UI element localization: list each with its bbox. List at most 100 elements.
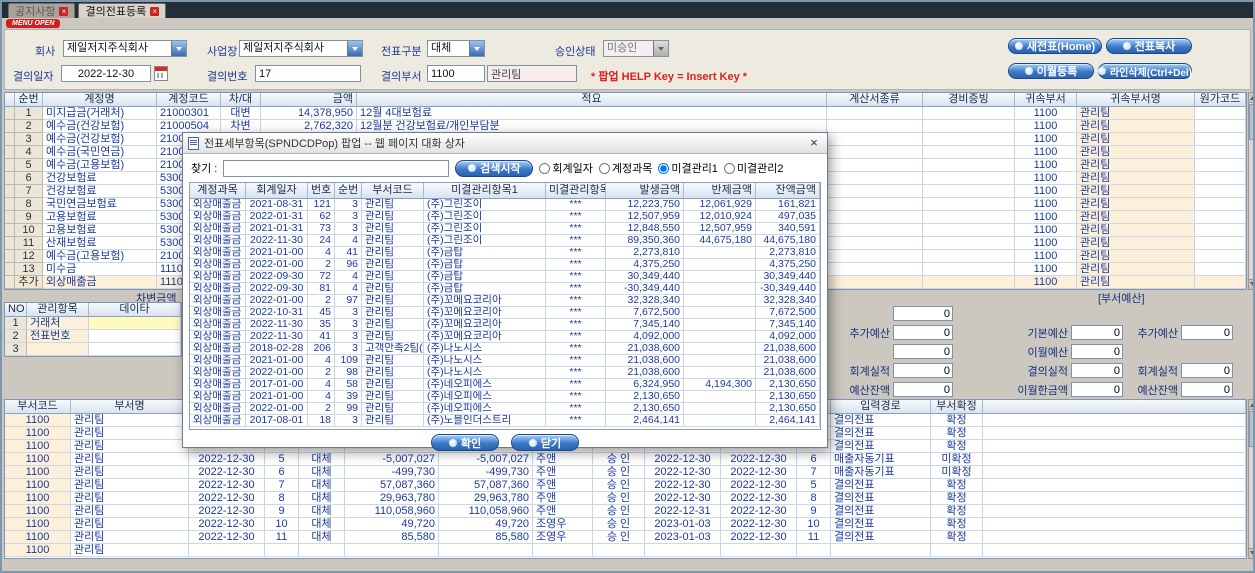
copy-voucher-button[interactable]: 전표복사 <box>1106 38 1192 54</box>
open-item-row[interactable]: 외상매출금 2022-11-30 41 3 관리팀 (주)꼬메요코리아 *** 4,092,0… <box>190 331 820 343</box>
open-item-row[interactable]: 외상매출금 2022-01-31 62 3 관리팀 (주)그린조이 *** 12,507,95… <box>190 211 820 223</box>
ok-button[interactable]: 확인 <box>431 434 499 451</box>
open-item-row[interactable]: 외상매출금 2021-01-00 4 41 관리팀 (주)금탑 *** 2,273,810 2,… <box>190 247 820 259</box>
tab-close-icon[interactable]: × <box>59 6 69 16</box>
cell: 1100 <box>1015 211 1077 224</box>
slip-row[interactable]: 1100 관리팀 2022-12-30 5 대체 -5,007,027 -5,007,027… <box>5 453 1246 466</box>
cell: 관리팀 <box>71 531 189 544</box>
cell: 주앤 <box>533 492 593 505</box>
approval-select[interactable]: 미승인 <box>603 40 669 57</box>
slip-row[interactable]: 1100 관리팀 2022-12-30 8 대체 29,963,780 29,963,780… <box>5 492 1246 505</box>
slip-row[interactable]: 1100 관리팀 2022-12-30 10 대체 49,720 49,720 조영우 승 인2… <box>5 518 1246 531</box>
tab-notice[interactable]: 공지사항 × <box>8 3 76 18</box>
mgmt-row[interactable]: 2 전표번호 <box>5 330 181 343</box>
search-input[interactable] <box>223 159 450 177</box>
cell: 2022-12-30 <box>645 492 721 505</box>
voucher-no-input[interactable] <box>255 65 361 82</box>
cell: 관리팀 <box>362 319 424 331</box>
cell: 관리팀 <box>71 492 189 505</box>
chevron-down-icon[interactable] <box>171 41 186 56</box>
cell <box>827 172 923 185</box>
open-item-row[interactable]: 외상매출금 2022-01-00 2 99 관리팀 (주)네오피에스 *** 2,130,65… <box>190 403 820 415</box>
cell <box>684 415 756 427</box>
carryover-button[interactable]: 이월등록 <box>1008 63 1094 79</box>
cell: *** <box>546 271 606 283</box>
cell: 3 <box>15 133 43 146</box>
scroll-down-icon[interactable] <box>1249 279 1253 289</box>
open-item-row[interactable]: 외상매출금 2022-09-30 72 4 관리팀 (주)금탑 *** 30,349,440 3… <box>190 271 820 283</box>
close-button[interactable]: 닫기 <box>511 434 579 451</box>
radio-input[interactable] <box>723 162 735 174</box>
scroll-thumb[interactable] <box>1249 411 1253 447</box>
open-item-row[interactable]: 외상매출금 2017-01-00 4 58 관리팀 (주)네오피에스 *** 6,324,95… <box>190 379 820 391</box>
cell: 1100 <box>1015 224 1077 237</box>
slip-row[interactable]: 1100 관리팀 2022-12-30 11 대체 85,580 85,580 조영우 승 인2… <box>5 531 1246 544</box>
site-select[interactable]: 제일저지주식회사 <box>239 40 363 57</box>
open-item-row[interactable]: 외상매출금 2017-08-01 18 3 관리팀 (주)노블인더스트리 *** 2,464,… <box>190 415 820 427</box>
dept-code-input[interactable] <box>427 65 485 82</box>
cell: 건강보험료 <box>43 172 157 185</box>
cell: 2022-01-00 <box>246 295 308 307</box>
document-icon <box>188 136 199 150</box>
scroll-up-icon[interactable] <box>1249 400 1253 410</box>
open-item-row[interactable]: 외상매출금 2022-11-30 24 4 관리팀 (주)그린조이 *** 89,350,36… <box>190 235 820 247</box>
open-item-row[interactable]: 외상매출금 2022-01-00 2 97 관리팀 (주)꼬메요코리아 *** 32,328,… <box>190 295 820 307</box>
cell: 4 <box>308 391 335 403</box>
cell <box>684 295 756 307</box>
voucher-row[interactable]: 1 미지급금(거래처) 21000301 대변 14,378,950 12월 4대보험료 1… <box>5 107 1246 120</box>
radio-acct-date[interactable]: 회계일자 <box>539 160 593 176</box>
new-voucher-button[interactable]: 새전표(Home) <box>1008 38 1102 54</box>
slip-row[interactable]: 1100 관리팀 2022-12-30 9 대체 110,058,960 110,058,9… <box>5 505 1246 518</box>
open-item-row[interactable]: 외상매출금 2022-11-30 35 3 관리팀 (주)꼬메요코리아 *** 7,345,1… <box>190 319 820 331</box>
open-item-row[interactable]: 외상매출금2018-02-282063고객만족2팀(JJ(주)나노시스***21… <box>190 343 820 355</box>
cell: 입력경로 <box>831 400 931 414</box>
scroll-up-icon[interactable] <box>1249 93 1253 103</box>
delete-line-button[interactable]: 라인삭제(Ctrl+Del) <box>1097 63 1192 79</box>
button-label: 이월등록 <box>1036 66 1078 78</box>
radio-account[interactable]: 계정과목 <box>598 160 652 176</box>
slip-row[interactable]: 1100 관리팀 <box>5 544 1246 557</box>
cell: 귀속부서 <box>1015 93 1077 107</box>
tab-close-icon[interactable]: × <box>150 6 160 16</box>
open-item-row[interactable]: 외상매출금 2022-09-30 81 4 관리팀 (주)금탑 *** -30,349,440… <box>190 283 820 295</box>
slip-row[interactable]: 1100 관리팀 2022-12-30 7 대체 57,087,360 57,087,360… <box>5 479 1246 492</box>
cell <box>1195 276 1246 289</box>
menu-open-badge[interactable]: MENU OPEN <box>6 19 61 28</box>
chevron-down-icon[interactable] <box>347 41 362 56</box>
radio-input[interactable] <box>598 162 610 174</box>
budget-label: 회계실적 <box>1137 365 1178 378</box>
button-icon <box>1014 42 1023 50</box>
search-button[interactable]: 검색시작 <box>455 159 534 177</box>
tab-voucher-entry[interactable]: 결의전표등록 × <box>78 3 167 18</box>
cell: 4 <box>335 271 362 283</box>
chevron-down-icon[interactable] <box>469 41 484 56</box>
radio-open-mgmt1[interactable]: 미결관리1 <box>658 160 718 176</box>
open-item-row[interactable]: 외상매출금 2021-01-31 73 3 관리팀 (주)그린조이 *** 12,848,55… <box>190 223 820 235</box>
mgmt-row[interactable]: 3 <box>5 343 181 356</box>
scroll-down-icon[interactable] <box>1249 548 1253 558</box>
radio-input[interactable] <box>658 162 670 174</box>
company-select[interactable]: 제일저지주식회사 <box>63 40 187 57</box>
slip-type-select[interactable]: 대체 <box>427 40 485 57</box>
slip-row[interactable]: 1100 관리팀 2022-12-30 6 대체 -499,730 -499,730 주앤 승 … <box>5 466 1246 479</box>
cell: 외상매출금 <box>190 415 246 427</box>
radio-open-mgmt2[interactable]: 미결관리2 <box>723 160 784 176</box>
mgmt-row[interactable]: 1 거래처 <box>5 317 181 330</box>
open-item-row[interactable]: 외상매출금 2021-08-31 121 3 관리팀 (주)그린조이 *** 12,223,7… <box>190 199 820 211</box>
cell: 2,464,141 <box>756 415 820 427</box>
radio-input[interactable] <box>539 162 551 174</box>
open-item-row[interactable]: 외상매출금 2021-01-00 4 109 관리팀 (주)나노시스 *** 21,038,6… <box>190 355 820 367</box>
open-item-row[interactable]: 외상매출금 2022-10-31 45 3 관리팀 (주)꼬메요코리아 *** 7,672,5… <box>190 307 820 319</box>
calendar-icon[interactable] <box>154 66 168 81</box>
close-icon[interactable]: × <box>806 134 822 152</box>
slip-grid-scrollbar[interactable] <box>1248 399 1253 559</box>
cell <box>923 172 1015 185</box>
main-grid-scrollbar[interactable] <box>1248 92 1253 290</box>
open-item-row[interactable]: 외상매출금 2022-01-00 2 96 관리팀 (주)금탑 *** 4,375,250 4,… <box>190 259 820 271</box>
open-item-row[interactable]: 외상매출금 2021-01-00 4 39 관리팀 (주)네오피에스 *** 2,130,65… <box>190 391 820 403</box>
scroll-thumb[interactable] <box>1249 104 1253 140</box>
date-input[interactable] <box>61 65 151 82</box>
cell: *** <box>546 295 606 307</box>
popup-title-bar[interactable]: 전표세부항목(SPNDCDPop) 팝업 -- 웹 페이지 대화 상자 × <box>183 133 827 154</box>
open-item-row[interactable]: 외상매출금 2022-01-00 2 98 관리팀 (주)나노시스 *** 21,038,60… <box>190 367 820 379</box>
